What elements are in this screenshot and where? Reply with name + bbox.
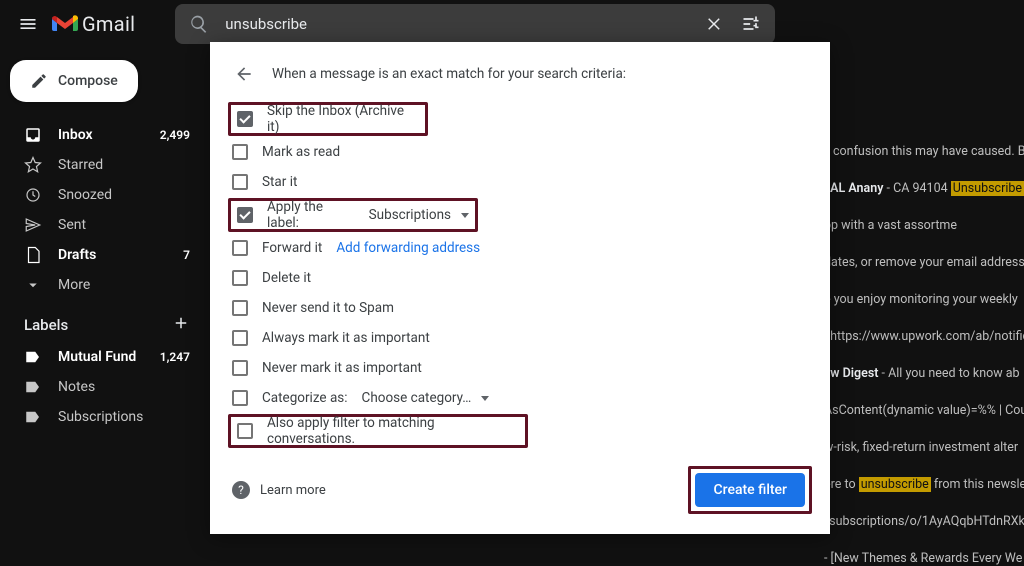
clear-search-icon[interactable] xyxy=(699,8,731,40)
nav-label: Inbox xyxy=(58,127,93,143)
checkbox-skip-inbox[interactable] xyxy=(237,111,253,127)
create-filter-panel: When a message is an exact match for you… xyxy=(210,42,830,534)
search-icon[interactable] xyxy=(183,8,215,40)
category-dropdown[interactable]: Choose category… xyxy=(362,390,490,406)
sidebar-item-snoozed[interactable]: Snoozed xyxy=(8,180,202,210)
create-filter-button[interactable]: Create filter xyxy=(695,473,805,507)
inbox-count: 2,499 xyxy=(160,128,190,142)
main-menu-button[interactable] xyxy=(8,4,48,44)
inbox-icon xyxy=(24,126,42,144)
add-label-button[interactable] xyxy=(172,314,190,336)
clock-icon xyxy=(24,186,42,204)
nav-label: Starred xyxy=(58,157,103,173)
add-forwarding-link[interactable]: Add forwarding address xyxy=(336,240,480,256)
label-text: Subscriptions xyxy=(58,409,143,425)
nav-label: Sent xyxy=(58,217,86,233)
nav-label: More xyxy=(58,277,90,293)
opt-categorize-as: Categorize as: xyxy=(262,390,348,406)
search-input[interactable] xyxy=(219,15,695,33)
label-text: Notes xyxy=(58,379,95,395)
labels-header: Labels xyxy=(24,316,68,334)
sidebar-item-inbox[interactable]: Inbox 2,499 xyxy=(8,120,202,150)
gmail-icon xyxy=(52,14,78,34)
label-text: Mutual Fund xyxy=(58,349,136,365)
gmail-wordmark: Gmail xyxy=(82,12,135,36)
nav-label: Drafts xyxy=(58,247,96,263)
sidebar: Compose Inbox 2,499 Starred Snoozed Sent… xyxy=(0,48,210,500)
label-dropdown[interactable]: Subscriptions xyxy=(369,207,469,223)
gmail-logo[interactable]: Gmail xyxy=(52,12,135,36)
checkbox-always-important[interactable] xyxy=(232,330,248,346)
label-notes[interactable]: Notes xyxy=(8,372,202,402)
label-icon xyxy=(24,378,42,396)
opt-always-important: Always mark it as important xyxy=(262,330,430,346)
checkbox-never-spam[interactable] xyxy=(232,300,248,316)
compose-button[interactable]: Compose xyxy=(10,60,138,102)
checkbox-star-it[interactable] xyxy=(232,174,248,190)
sidebar-item-more[interactable]: More xyxy=(8,270,202,300)
checkbox-apply-label[interactable] xyxy=(237,207,253,223)
filter-title: When a message is an exact match for you… xyxy=(272,66,626,82)
checkbox-mark-read[interactable] xyxy=(232,144,248,160)
sidebar-item-drafts[interactable]: Drafts 7 xyxy=(8,240,202,270)
label-mutual-fund[interactable]: Mutual Fund 1,247 xyxy=(8,342,202,372)
opt-skip-inbox: Skip the Inbox (Archive it) xyxy=(267,103,419,135)
chevron-down-icon xyxy=(461,213,469,218)
background-mail-snippets: y confusion this may have caused. Be | A… xyxy=(824,48,1024,566)
sidebar-item-sent[interactable]: Sent xyxy=(8,210,202,240)
learn-more-link[interactable]: Learn more xyxy=(260,483,326,498)
opt-never-spam: Never send it to Spam xyxy=(262,300,394,316)
label-count: 1,247 xyxy=(160,350,190,364)
opt-also-apply: Also apply filter to matching conversati… xyxy=(267,415,519,447)
nav-label: Snoozed xyxy=(58,187,112,203)
search-bar[interactable] xyxy=(175,4,775,44)
label-icon xyxy=(24,408,42,426)
opt-star-it: Star it xyxy=(262,174,297,190)
opt-forward-it: Forward it xyxy=(262,240,322,256)
star-icon xyxy=(24,156,42,174)
sidebar-item-starred[interactable]: Starred xyxy=(8,150,202,180)
opt-delete-it: Delete it xyxy=(262,270,311,286)
compose-label: Compose xyxy=(58,73,118,89)
label-icon xyxy=(24,348,42,366)
drafts-count: 7 xyxy=(183,248,190,262)
checkbox-categorize-as[interactable] xyxy=(232,390,248,406)
opt-mark-read: Mark as read xyxy=(262,144,340,160)
checkbox-forward-it[interactable] xyxy=(232,240,248,256)
checkbox-delete-it[interactable] xyxy=(232,270,248,286)
chevron-down-icon xyxy=(481,396,489,401)
opt-never-important: Never mark it as important xyxy=(262,360,422,376)
checkbox-also-apply[interactable] xyxy=(237,423,253,439)
sent-icon xyxy=(24,216,42,234)
help-icon[interactable]: ? xyxy=(232,481,250,499)
drafts-icon xyxy=(24,246,42,264)
label-subscriptions[interactable]: Subscriptions xyxy=(8,402,202,432)
back-button[interactable] xyxy=(230,60,258,88)
search-options-icon[interactable] xyxy=(735,8,767,40)
opt-apply-label: Apply the label: xyxy=(267,199,355,231)
checkbox-never-important[interactable] xyxy=(232,360,248,376)
chevron-down-icon xyxy=(24,276,42,294)
